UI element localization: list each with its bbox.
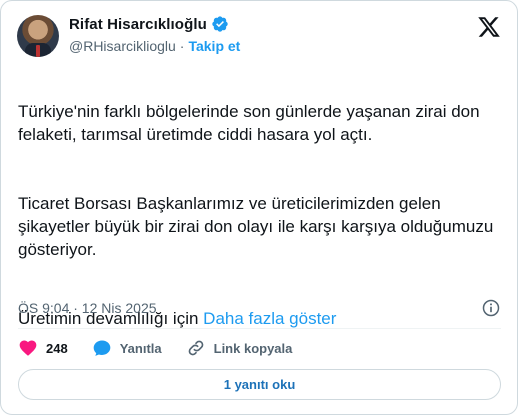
copy-link-label: Link kopyala (213, 340, 293, 356)
verified-badge-icon (212, 16, 228, 32)
author-display-name[interactable]: Rifat Hisarcıklıoğlu (69, 16, 207, 33)
avatar-tie (36, 45, 40, 57)
author-name-row: Rifat Hisarcıklıoğlu (69, 15, 229, 33)
like-button[interactable]: 248 (18, 338, 68, 358)
tweet-timestamp[interactable]: ÖS 9:04 · 12 Nis 2025 (18, 300, 157, 316)
action-bar: 248 Yanıtla Link kopyala (18, 338, 292, 358)
reply-button[interactable]: Yanıtla (92, 338, 162, 358)
avatar[interactable] (17, 15, 59, 57)
x-logo-icon[interactable] (477, 15, 501, 39)
tweet-paragraph-2: Ticaret Borsası Başkanlarımız ve üretici… (18, 194, 494, 259)
tweet-paragraph-1: Türkiye'nin farklı bölgelerinde son günl… (18, 102, 480, 144)
divider (18, 328, 501, 329)
tweet-meta-row: ÖS 9:04 · 12 Nis 2025 (18, 298, 501, 318)
tweet-card: Rifat Hisarcıklıoğlu @RHisarciklioglu · … (0, 0, 518, 415)
author-handle-row: @RHisarciklioglu · Takip et (69, 38, 240, 54)
like-count: 248 (46, 340, 68, 356)
copy-link-button[interactable]: Link kopyala (186, 338, 293, 358)
follow-button[interactable]: Takip et (188, 38, 240, 54)
read-replies-button[interactable]: 1 yanıtı oku (18, 369, 501, 400)
separator-dot: · (179, 38, 185, 54)
info-icon[interactable] (481, 298, 501, 318)
reply-label: Yanıtla (119, 340, 162, 356)
link-icon (188, 340, 203, 356)
heart-icon (19, 340, 37, 356)
author-handle[interactable]: @RHisarciklioglu (69, 38, 176, 54)
tweet-text: Türkiye'nin farklı bölgelerinde son günl… (18, 77, 504, 330)
read-replies-label: 1 yanıtı oku (223, 377, 296, 392)
reply-bubble-icon (93, 340, 111, 356)
